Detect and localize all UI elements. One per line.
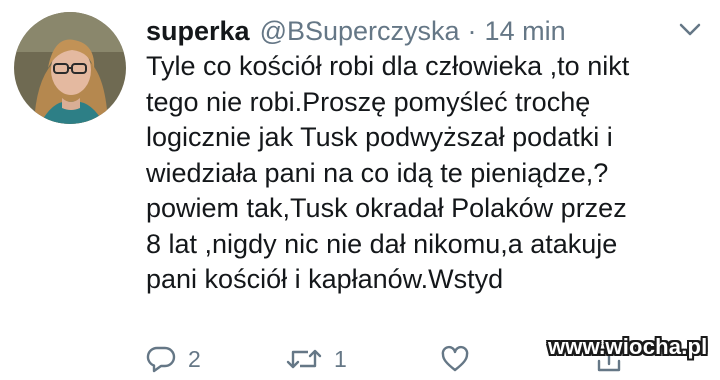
tweet-text-line: tego nie robi.Proszę pomyśleć trochę: [146, 86, 591, 117]
tweet-text-line: Tyle co kościół robi dla człowieka ,to n…: [146, 51, 630, 81]
retweet-icon: [286, 345, 322, 373]
tweet-text: Tyle co kościół robi dla człowieka ,to n…: [146, 49, 706, 298]
tweet-text-line: 8 lat ,nigdy nic nie dał nikomu,a atakuj…: [146, 228, 618, 259]
tweet-text-line: powiem tak,Tusk okradał Polaków przez: [146, 193, 627, 223]
tweet-timestamp[interactable]: 14 min: [485, 14, 566, 48]
tweet-header: superka @BSuperczyska · 14 min: [146, 14, 566, 48]
tweet-text-line: logicznie jak Tusk podwyższał podatki i: [146, 122, 613, 152]
reply-button[interactable]: 2: [146, 338, 201, 380]
tweet-text-line: wiedziała pani na co idą te pieniądze,?: [146, 157, 609, 188]
author-name[interactable]: superka: [146, 14, 250, 48]
heart-icon: [440, 345, 470, 373]
retweet-button[interactable]: 1: [286, 338, 347, 380]
header-separator: ·: [467, 16, 477, 46]
avatar-image: [14, 12, 126, 124]
tweet-text-line: pani kościół i kapłanów.Wstyd: [146, 264, 504, 294]
reply-count: 2: [188, 345, 201, 372]
reply-icon: [146, 345, 176, 373]
avatar[interactable]: [14, 12, 126, 124]
watermark: www.wiocha.pl: [548, 334, 708, 359]
tweet: superka @BSuperczyska · 14 min Tyle co k…: [0, 0, 720, 380]
author-handle[interactable]: @BSuperczyska: [260, 14, 460, 48]
chevron-down-icon[interactable]: [676, 18, 704, 42]
like-button[interactable]: [440, 338, 470, 380]
retweet-count: 1: [334, 345, 347, 372]
